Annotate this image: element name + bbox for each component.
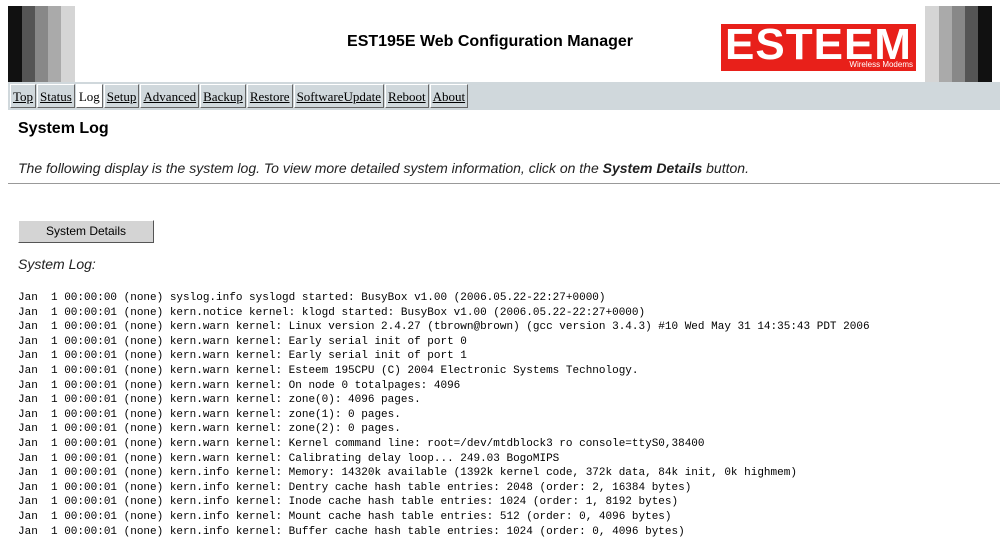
system-details-button[interactable]: System Details (18, 220, 154, 243)
description-text-end: button. (702, 160, 749, 176)
log-label: System Log: (18, 256, 96, 272)
log-line: Jan 1 00:00:01 (none) kern.warn kernel: … (18, 423, 401, 436)
tab-about[interactable]: About (429, 84, 469, 108)
tab-softwareupdate[interactable]: SoftwareUpdate (293, 84, 385, 108)
description-text: The following display is the system log.… (18, 160, 603, 176)
tab-status[interactable]: Status (37, 84, 75, 108)
description-bold: System Details (602, 160, 703, 176)
tab-backup[interactable]: Backup (200, 84, 246, 108)
tab-restore[interactable]: Restore (246, 84, 293, 108)
stripe (61, 6, 75, 82)
stripe (939, 6, 952, 82)
log-line: Jan 1 00:00:01 (none) kern.warn kernel: … (18, 437, 705, 450)
page-description: The following display is the system log.… (18, 160, 749, 176)
nav-tabs: Top Status Log Setup Advanced Backup Restore So… (10, 84, 469, 108)
right-stripes-decoration (925, 6, 992, 82)
log-line: Jan 1 00:00:00 (none) syslog.info syslog… (18, 292, 606, 304)
stripe (978, 6, 992, 82)
log-line: Jan 1 00:00:01 (none) kern.warn kernel: … (18, 350, 467, 363)
log-line: Jan 1 00:00:01 (none) kern.info kernel: … (18, 525, 685, 538)
log-line: Jan 1 00:00:01 (none) kern.notice kernel… (18, 306, 646, 319)
log-line: Jan 1 00:00:01 (none) kern.warn kernel: … (18, 335, 467, 348)
tab-reboot[interactable]: Reboot (385, 84, 429, 108)
esteem-logo: ESTEEM Wireless Modems (721, 20, 916, 71)
tab-log[interactable]: Log (75, 84, 103, 108)
log-line: Jan 1 00:00:01 (none) kern.warn kernel: … (18, 321, 870, 334)
log-line: Jan 1 00:00:01 (none) kern.warn kernel: … (18, 379, 461, 392)
log-line: Jan 1 00:00:01 (none) kern.warn kernel: … (18, 394, 421, 407)
divider (8, 183, 1000, 184)
stripe (48, 6, 61, 82)
stripe (965, 6, 978, 82)
tab-setup[interactable]: Setup (103, 84, 140, 108)
stripe (925, 6, 939, 82)
tab-top[interactable]: Top (10, 84, 37, 108)
log-line: Jan 1 00:00:01 (none) kern.info kernel: … (18, 510, 672, 523)
log-line: Jan 1 00:00:01 (none) kern.info kernel: … (18, 467, 797, 480)
logo-subtitle: Wireless Modems (849, 60, 913, 69)
log-line: Jan 1 00:00:01 (none) kern.info kernel: … (18, 496, 679, 509)
system-log-output: Jan 1 00:00:00 (none) syslog.info syslog… (18, 291, 1000, 539)
header: EST195E Web Configuration Manager ESTEEM… (0, 0, 1000, 82)
log-line: Jan 1 00:00:01 (none) kern.warn kernel: … (18, 408, 401, 421)
log-line: Jan 1 00:00:01 (none) kern.warn kernel: … (18, 452, 560, 465)
stripe (8, 6, 22, 82)
page-title: System Log (18, 120, 109, 137)
log-line: Jan 1 00:00:01 (none) kern.info kernel: … (18, 481, 692, 494)
stripe (35, 6, 48, 82)
stripe (952, 6, 965, 82)
tab-advanced[interactable]: Advanced (140, 84, 200, 108)
left-stripes-decoration (8, 6, 75, 82)
log-line: Jan 1 00:00:01 (none) kern.warn kernel: … (18, 364, 639, 377)
nav-bar: Top Status Log Setup Advanced Backup Restore So… (8, 82, 1000, 110)
stripe (22, 6, 35, 82)
